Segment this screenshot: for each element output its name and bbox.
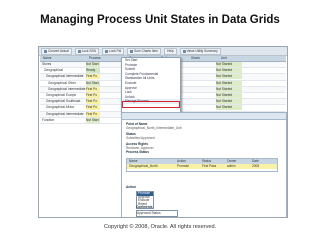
slide-title: Managing Process Unit States in Data Gri… <box>40 14 280 26</box>
actions-dropdown-menu: Set Start Promote Submit Complete Fundam… <box>121 57 181 114</box>
lock-ssn-button[interactable]: Lock SSN <box>74 47 99 55</box>
row-name: Stores <box>42 62 52 66</box>
row-status: Not Started <box>216 74 242 80</box>
row-name: Geographical Intermediate <box>48 86 86 91</box>
selected-menu-item-highlight <box>122 101 180 108</box>
convert-actual-button[interactable]: Convert Actual <box>41 47 72 55</box>
field-status: Status Submitted Approved <box>126 132 155 140</box>
row-state: First Po <box>86 111 100 117</box>
row-state: Not Start <box>86 80 100 86</box>
lock-icon <box>104 49 108 53</box>
manage-process-panel: Point of Name Geographical_North_Interme… <box>121 112 287 217</box>
row-state: Ready <box>86 68 100 74</box>
copyright-footer: Copyright © 2008, Oracle. All rights res… <box>103 224 217 230</box>
row-status: Not Started <box>216 99 242 105</box>
value-icon <box>182 49 186 53</box>
panel-header <box>122 113 286 120</box>
column-header[interactable]: Unit <box>220 56 227 61</box>
lock-icon <box>77 49 81 53</box>
row-name: Geographical Southeast <box>46 99 81 104</box>
row-state: Not Start <box>86 62 100 67</box>
row-state: First Po <box>86 105 100 111</box>
row-name: Geographical <box>44 68 63 73</box>
action-label: Action <box>126 185 136 189</box>
lock-pal-button[interactable]: Lock Pal <box>101 47 125 55</box>
row-status: Not Started <box>216 86 242 92</box>
comments-label: Comments <box>136 205 153 209</box>
field-point-of-name: Point of Name Geographical_North_Interme… <box>126 122 182 130</box>
row-state: First Po <box>86 99 100 105</box>
row-name: Geographical Intermediate <box>46 111 84 116</box>
help-button[interactable]: Help <box>164 47 177 55</box>
row-status: Not Started <box>216 80 242 86</box>
row-name: Geographical Africa <box>46 105 74 110</box>
row-state: First Po <box>86 74 100 80</box>
row-state: First Po <box>86 92 100 98</box>
column-header[interactable]: Shwrk <box>190 56 200 61</box>
row-status: Not Started <box>216 68 242 74</box>
process-table: Name Action Status Owner Date Geographic… <box>126 158 278 172</box>
field-access-rights: Access Rights Reviewer, Approver <box>126 142 154 150</box>
row-name: Geographical Other <box>48 80 76 85</box>
row-status: Not Started <box>216 62 242 67</box>
row-state: First Po <box>86 86 100 92</box>
value-utility-button[interactable]: Value Utility Summary <box>179 47 221 55</box>
convert-icon <box>44 49 47 53</box>
row-state: Not Start <box>86 117 100 123</box>
sum-charts-button[interactable]: Sum Charts Item <box>127 47 162 55</box>
field-process-status: Process Status <box>126 150 150 154</box>
comments-input[interactable]: Approved Status <box>136 210 178 217</box>
column-header[interactable]: Name <box>42 56 52 61</box>
table-row[interactable]: Geographical_North Promote First Pass ad… <box>127 164 277 169</box>
app-screenshot: Convert Actual Lock SSN Lock Pal Sum Cha… <box>38 46 288 218</box>
column-header[interactable]: Process <box>88 56 101 61</box>
row-status: Not Started <box>216 92 242 98</box>
row-name: Function <box>42 117 55 122</box>
chart-icon <box>130 49 134 53</box>
row-name: Geographical Intermediate <box>46 74 84 79</box>
toolbar: Convert Actual Lock SSN Lock Pal Sum Cha… <box>39 47 287 56</box>
row-name: Geographical Europe <box>46 92 77 97</box>
row-status: Not Started <box>216 105 242 111</box>
